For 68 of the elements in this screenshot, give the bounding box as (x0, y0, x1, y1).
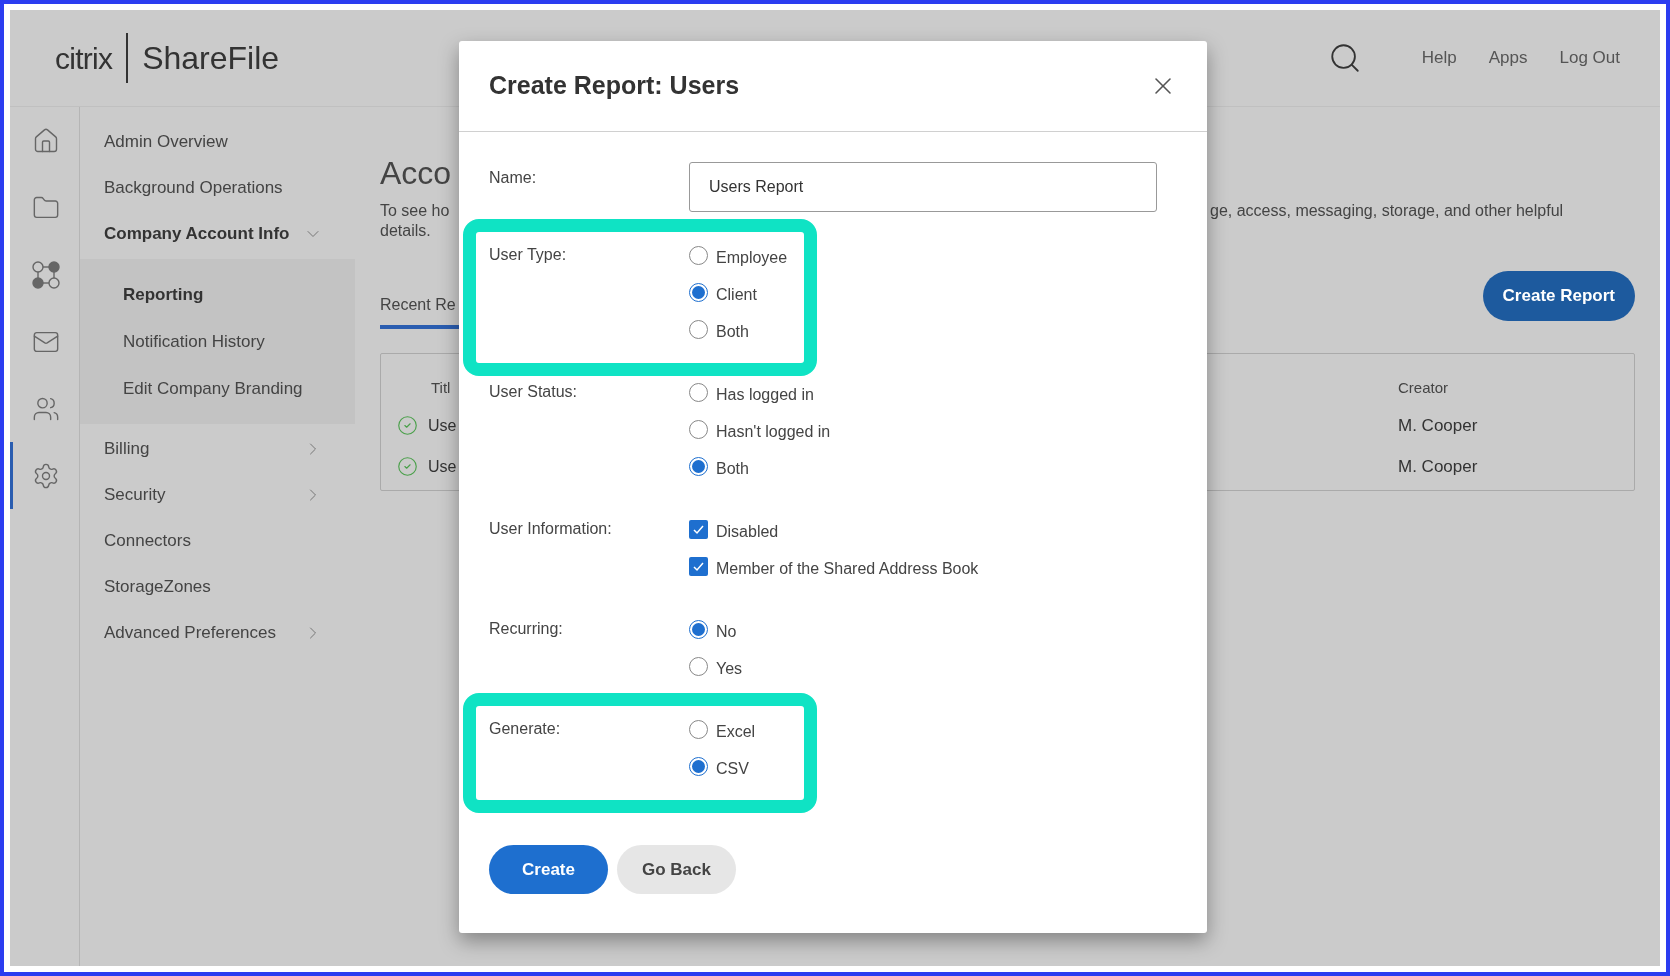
field-label: User Type: (489, 245, 568, 265)
create-button[interactable]: Create (489, 845, 608, 894)
table-cell-text: M. Cooper (1397, 414, 1478, 437)
description-text: ge, access, messaging, storage, and other helpful (1209, 201, 1564, 221)
checkbox[interactable] (689, 557, 708, 576)
check-icon (692, 560, 705, 573)
home-icon (32, 126, 60, 155)
sidebar-item[interactable]: Connectors (80, 518, 355, 564)
sidebar-item[interactable]: Background Operations (80, 165, 355, 211)
sidebar-item[interactable]: Admin Overview (80, 119, 355, 165)
check-icon (692, 523, 705, 536)
table-cell-text: Use (428, 456, 457, 477)
name-field[interactable]: Users Report (689, 162, 1157, 212)
submenu-item[interactable]: Edit Company Branding (80, 365, 355, 412)
radio-button[interactable] (689, 657, 708, 676)
option-label: Employee (716, 247, 788, 268)
field-label: Recurring: (489, 619, 564, 639)
sidebar-item[interactable]: Company Account Info (80, 211, 355, 257)
option-label: Both (716, 321, 749, 342)
checkbox[interactable] (689, 520, 708, 539)
radio-button[interactable] (689, 283, 708, 302)
field-label: Name: (489, 168, 538, 188)
option-label: Member of the Shared Address Book (716, 558, 979, 579)
option-label: Has logged in (716, 384, 814, 405)
success-icon (397, 456, 418, 477)
option-label: Hasn't logged in (716, 421, 831, 442)
settings-icon (32, 461, 60, 490)
sharefile-logo: ShareFile (142, 39, 280, 78)
success-icon (397, 415, 418, 436)
option-label: Yes (716, 658, 743, 679)
submenu-item[interactable]: Reporting (80, 271, 355, 318)
table-cell-text: Use (428, 415, 457, 436)
sidebar-item[interactable]: Advanced Preferences (80, 610, 355, 656)
sidebar-item[interactable]: StorageZones (80, 564, 355, 610)
page-title: Acco (380, 154, 453, 193)
create-report-button[interactable]: Create Report (1482, 271, 1635, 321)
radio-button[interactable] (689, 383, 708, 402)
option-label: No (716, 621, 737, 642)
table-cell-text: M. Cooper (1397, 455, 1478, 478)
field-label: Generate: (489, 719, 562, 739)
column-header: Creator (1397, 377, 1449, 398)
radio-button[interactable] (689, 420, 708, 439)
radio-button[interactable] (689, 720, 708, 739)
description-text: details. (380, 221, 432, 241)
go-back-button[interactable]: Go Back (617, 845, 736, 894)
option-label: Excel (716, 721, 756, 742)
radio-button[interactable] (689, 246, 708, 265)
header-link[interactable]: Apps (1488, 45, 1528, 71)
header-link[interactable]: Log Out (1559, 45, 1620, 71)
field-label: User Information: (489, 519, 613, 539)
submenu-item[interactable]: Notification History (80, 318, 355, 365)
sidebar-item[interactable]: Billing (80, 426, 355, 472)
header-link[interactable]: Help (1421, 45, 1457, 71)
workflow-icon (31, 259, 61, 290)
citrix-logo: citrix (55, 40, 113, 77)
field-label: User Status: (489, 382, 579, 402)
option-label: Both (716, 458, 749, 479)
description-text: To see ho (380, 201, 451, 221)
radio-button[interactable] (689, 320, 708, 339)
option-label: Client (716, 284, 757, 305)
dialog-title: Create Report: Users (489, 70, 740, 102)
option-label: CSV (716, 758, 749, 779)
radio-button[interactable] (689, 457, 708, 476)
column-header: Titl (430, 377, 452, 398)
sidebar-item[interactable]: Security (80, 472, 355, 518)
radio-button[interactable] (689, 620, 708, 639)
radio-button[interactable] (689, 757, 708, 776)
option-label: Disabled (716, 521, 779, 542)
